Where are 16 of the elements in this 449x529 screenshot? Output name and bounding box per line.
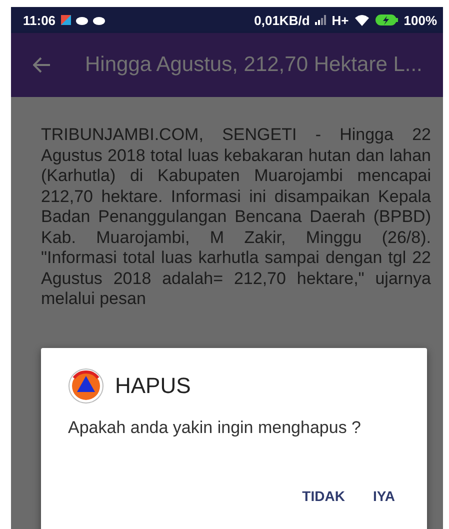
- article-text: TRIBUNJAMBI.COM, SENGETI - Hingga 22 Agustus 2018 total luas kebakaran hutan dan lahan (Karhutla) di Kabupaten Muarojambi mencapai 212,70 hektare. Informasi ini disampaikan Kepala Badan Penanggulangan Bencana Daerah (BPBD) Kab. Muarojambi, M Zakir, Minggu (26/8). "Informasi total luas karhutla sampai dengan tgl 22 Agustus 2018 adalah= 212,70 hektare," ujarnya melalui pesan: [41, 125, 431, 310]
- dialog-button[interactable]: IYA: [364, 482, 403, 510]
- back-arrow-icon[interactable]: [33, 57, 51, 73]
- dialog-button[interactable]: TIDAK: [294, 482, 353, 510]
- dialog-message: Apakah anda yakin ingin menghapus ?: [68, 418, 362, 438]
- logo-icon: [68, 368, 104, 404]
- clock: 11:06: [23, 12, 56, 28]
- signal-icon: [314, 15, 327, 25]
- battery-charging-icon: [374, 14, 399, 26]
- page-title: Hingga Agustus, 212,70 Hektare L...: [85, 53, 422, 77]
- battery-percentage: 100%: [404, 12, 437, 28]
- app-notification-icon: [60, 15, 71, 25]
- wifi-icon: [354, 14, 370, 26]
- dialog-title: HAPUS: [115, 373, 191, 399]
- network-speed: 0,01KB/d: [254, 12, 310, 28]
- network-type: H+: [332, 12, 349, 28]
